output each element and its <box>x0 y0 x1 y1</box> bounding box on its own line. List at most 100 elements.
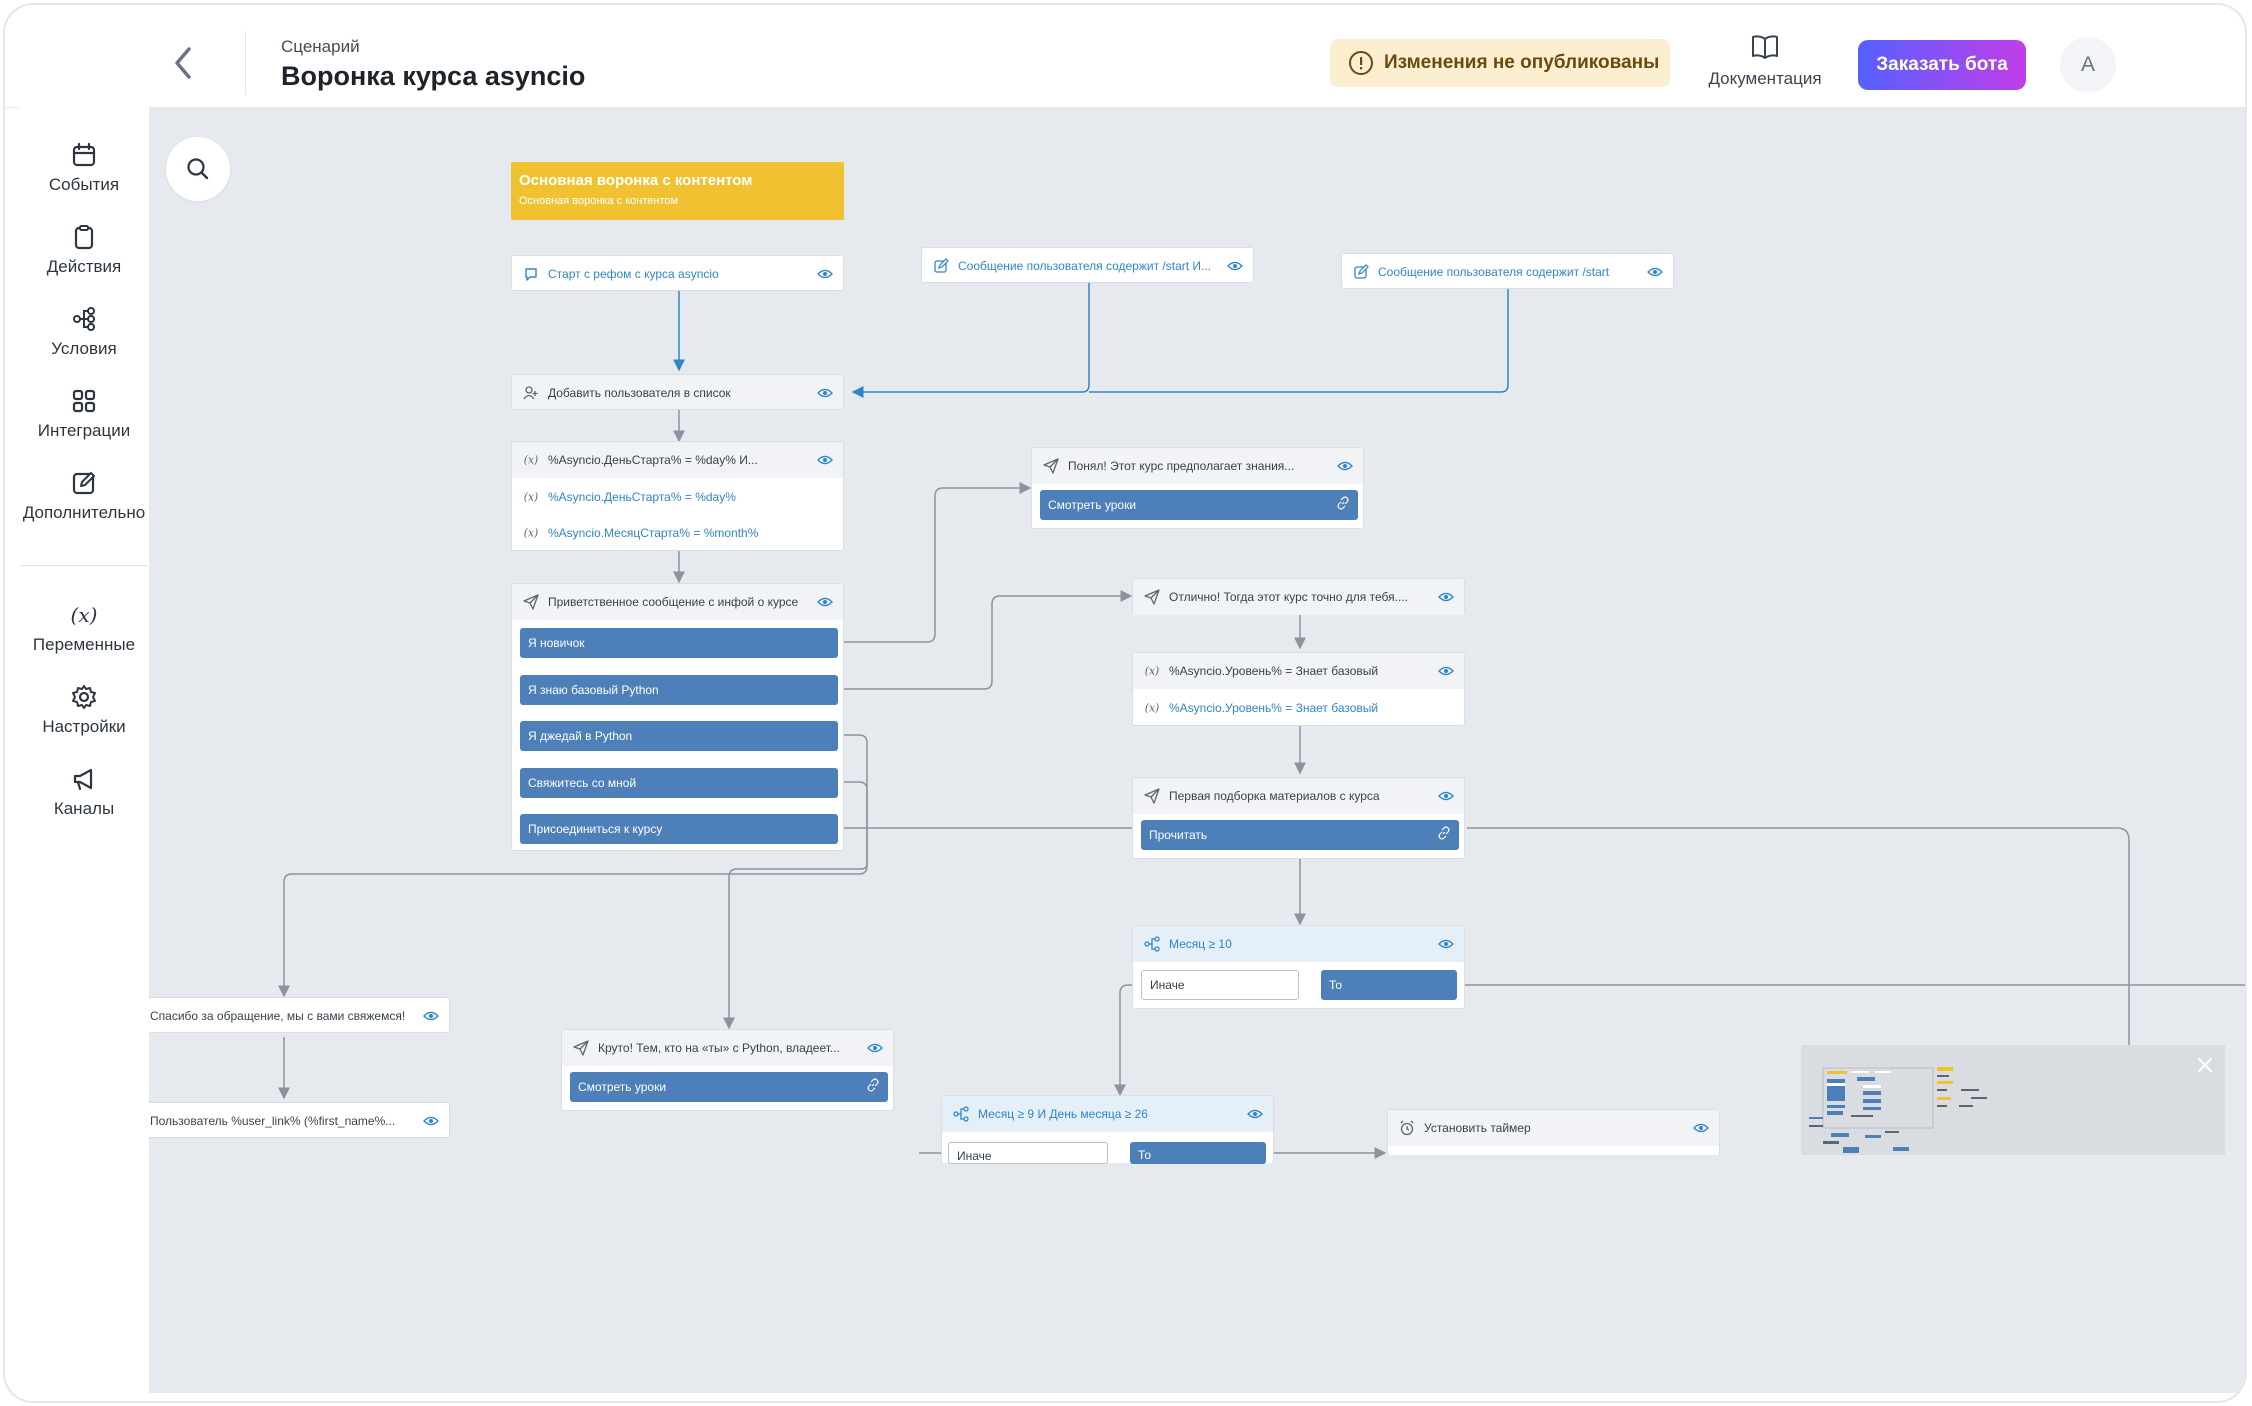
calendar-icon <box>72 142 96 167</box>
eye-icon[interactable] <box>1647 265 1663 282</box>
order-bot-button[interactable]: Заказать бота <box>1858 40 2026 90</box>
node-set-level-variable[interactable]: (x) %Asyncio.Уровень% = Знает базовый (x… <box>1132 652 1465 726</box>
node-label: Месяц ≥ 9 И День месяца ≥ 26 <box>978 1107 1148 1121</box>
close-icon[interactable] <box>2195 1055 2215 1080</box>
variable-icon: (x) <box>522 451 540 469</box>
button-join-course[interactable]: Присоединиться к курсу <box>520 814 838 844</box>
node-start-trigger[interactable]: Старт с рефом с курса asyncio <box>511 255 844 291</box>
node-first-materials[interactable]: Первая подборка материалов с курса Прочи… <box>1132 777 1465 859</box>
sidebar-item-variables[interactable]: (x) Переменные <box>19 601 149 655</box>
button-else[interactable]: Иначе <box>948 1142 1108 1164</box>
button-watch-lessons[interactable]: Смотреть уроки <box>570 1072 888 1102</box>
node-excellent-message[interactable]: Отлично! Тогда этот курс точно для тебя.… <box>1132 578 1465 615</box>
eye-icon[interactable] <box>1337 459 1353 476</box>
node-user-link-message[interactable]: Пользователь %user_link% (%first_name%..… <box>149 1102 450 1138</box>
node-label: Первая подборка материалов с курса <box>1169 789 1380 803</box>
group-header[interactable]: Основная воронка с контентом Основная во… <box>511 162 844 220</box>
add-user-icon <box>522 384 540 402</box>
button-basic-python[interactable]: Я знаю базовый Python <box>520 675 838 705</box>
node-label: Добавить пользователя в список <box>548 386 731 400</box>
edit-icon <box>1352 263 1370 281</box>
variable-icon: (x) <box>522 488 540 506</box>
node-condition-month10[interactable]: Месяц ≥ 10 Иначе То <box>1132 925 1465 1009</box>
eye-icon[interactable] <box>817 453 833 470</box>
clipboard-icon <box>74 225 94 250</box>
back-button[interactable] <box>165 39 201 87</box>
group-subtitle: Основная воронка с контентом <box>519 195 679 207</box>
eye-icon[interactable] <box>1438 789 1454 806</box>
button-then[interactable]: То <box>1321 970 1457 1000</box>
link-icon <box>1437 826 1451 843</box>
eye-icon[interactable] <box>867 1041 883 1058</box>
canvas-search-button[interactable] <box>166 137 230 201</box>
button-label: Смотреть уроки <box>1048 498 1137 512</box>
node-trigger-start[interactable]: Сообщение пользователя содержит /start <box>1341 253 1674 289</box>
docs-link[interactable]: Документация <box>1695 33 1835 97</box>
megaphone-icon <box>73 768 93 791</box>
svg-text:(x): (x) <box>71 603 98 627</box>
link-icon <box>1336 496 1350 513</box>
node-label: Понял! Этот курс предполагает знания... <box>1068 459 1295 473</box>
button-contact-me[interactable]: Свяжитесь со мной <box>520 768 838 798</box>
svg-text:(x): (x) <box>1145 665 1160 678</box>
button-newbie[interactable]: Я новичок <box>520 628 838 658</box>
node-cool-message[interactable]: Круто! Тем, кто на «ты» с Python, владее… <box>561 1029 894 1111</box>
eye-icon[interactable] <box>423 1009 439 1026</box>
flow-canvas[interactable]: Основная воронка с контентом Основная во… <box>149 107 2245 1393</box>
eye-icon[interactable] <box>423 1114 439 1131</box>
button-watch-lessons[interactable]: Смотреть уроки <box>1040 490 1358 520</box>
button-then[interactable]: То <box>1130 1142 1266 1164</box>
node-set-timer[interactable]: Установить таймер <box>1387 1109 1720 1155</box>
button-else[interactable]: Иначе <box>1141 970 1299 1000</box>
sidebar-item-label: Дополнительно <box>22 503 146 522</box>
sidebar-item-conditions[interactable]: Условия <box>19 305 149 359</box>
minimap-preview <box>1809 1067 1987 1153</box>
sidebar-item-additional[interactable]: Дополнительно <box>19 469 149 523</box>
send-icon <box>572 1039 590 1057</box>
node-label: Старт с рефом с курса asyncio <box>548 267 719 281</box>
node-add-to-list[interactable]: Добавить пользователя в список <box>511 374 844 410</box>
sidebar-item-integrations[interactable]: Интеграции <box>19 387 149 441</box>
sidebar-item-actions[interactable]: Действия <box>19 223 149 277</box>
node-trigger-start-and[interactable]: Сообщение пользователя содержит /start И… <box>921 247 1254 283</box>
sidebar-divider <box>21 565 147 566</box>
send-icon <box>1042 457 1060 475</box>
eye-icon[interactable] <box>1247 1107 1263 1124</box>
avatar[interactable]: A <box>2060 37 2116 93</box>
variable-icon: (x) <box>71 603 98 627</box>
eye-icon[interactable] <box>817 386 833 403</box>
alarm-clock-icon <box>1398 1119 1416 1137</box>
sidebar-item-events[interactable]: События <box>19 141 149 195</box>
button-read[interactable]: Прочитать <box>1141 820 1459 850</box>
eye-icon[interactable] <box>1227 259 1243 276</box>
node-welcome-message[interactable]: Приветственное сообщение с инфой о курсе… <box>511 583 844 851</box>
grid-icon <box>72 389 96 413</box>
node-thanks-message[interactable]: Спасибо за обращение, мы с вами свяжемся… <box>149 997 450 1033</box>
svg-text:(x): (x) <box>524 527 539 540</box>
node-condition-month9[interactable]: Месяц ≥ 9 И День месяца ≥ 26 Иначе То <box>941 1095 1274 1164</box>
node-label: Пользователь %user_link% (%first_name%..… <box>150 1114 396 1128</box>
sidebar-item-label: Переменные <box>32 635 136 654</box>
alert-icon <box>1349 51 1373 75</box>
link-icon <box>866 1078 880 1095</box>
button-jedi-python[interactable]: Я джедай в Python <box>520 721 838 751</box>
node-label: Отлично! Тогда этот курс точно для тебя.… <box>1169 590 1408 604</box>
node-set-variables-start[interactable]: (x) %Asyncio.ДеньСтарта% = %day% И... (x… <box>511 441 844 551</box>
sidebar-item-channels[interactable]: Каналы <box>19 765 149 819</box>
docs-label: Документация <box>1708 69 1822 88</box>
top-bar: Сценарий Воронка курса asyncio Изменения… <box>5 5 2245 108</box>
minimap[interactable] <box>1801 1045 2225 1155</box>
sidebar-item-label: Настройки <box>42 717 126 736</box>
sidebar-item-settings[interactable]: Настройки <box>19 683 149 737</box>
branch-icon <box>952 1105 970 1123</box>
sidebar-item-label: Условия <box>51 339 117 358</box>
eye-icon[interactable] <box>1693 1121 1709 1138</box>
eye-icon[interactable] <box>1438 590 1454 607</box>
node-understood-message[interactable]: Понял! Этот курс предполагает знания... … <box>1031 447 1364 529</box>
eye-icon[interactable] <box>1438 937 1454 954</box>
node-label: Круто! Тем, кто на «ты» с Python, владее… <box>598 1041 840 1055</box>
edit-icon <box>72 472 95 495</box>
eye-icon[interactable] <box>817 267 833 284</box>
eye-icon[interactable] <box>1438 664 1454 681</box>
eye-icon[interactable] <box>817 595 833 612</box>
